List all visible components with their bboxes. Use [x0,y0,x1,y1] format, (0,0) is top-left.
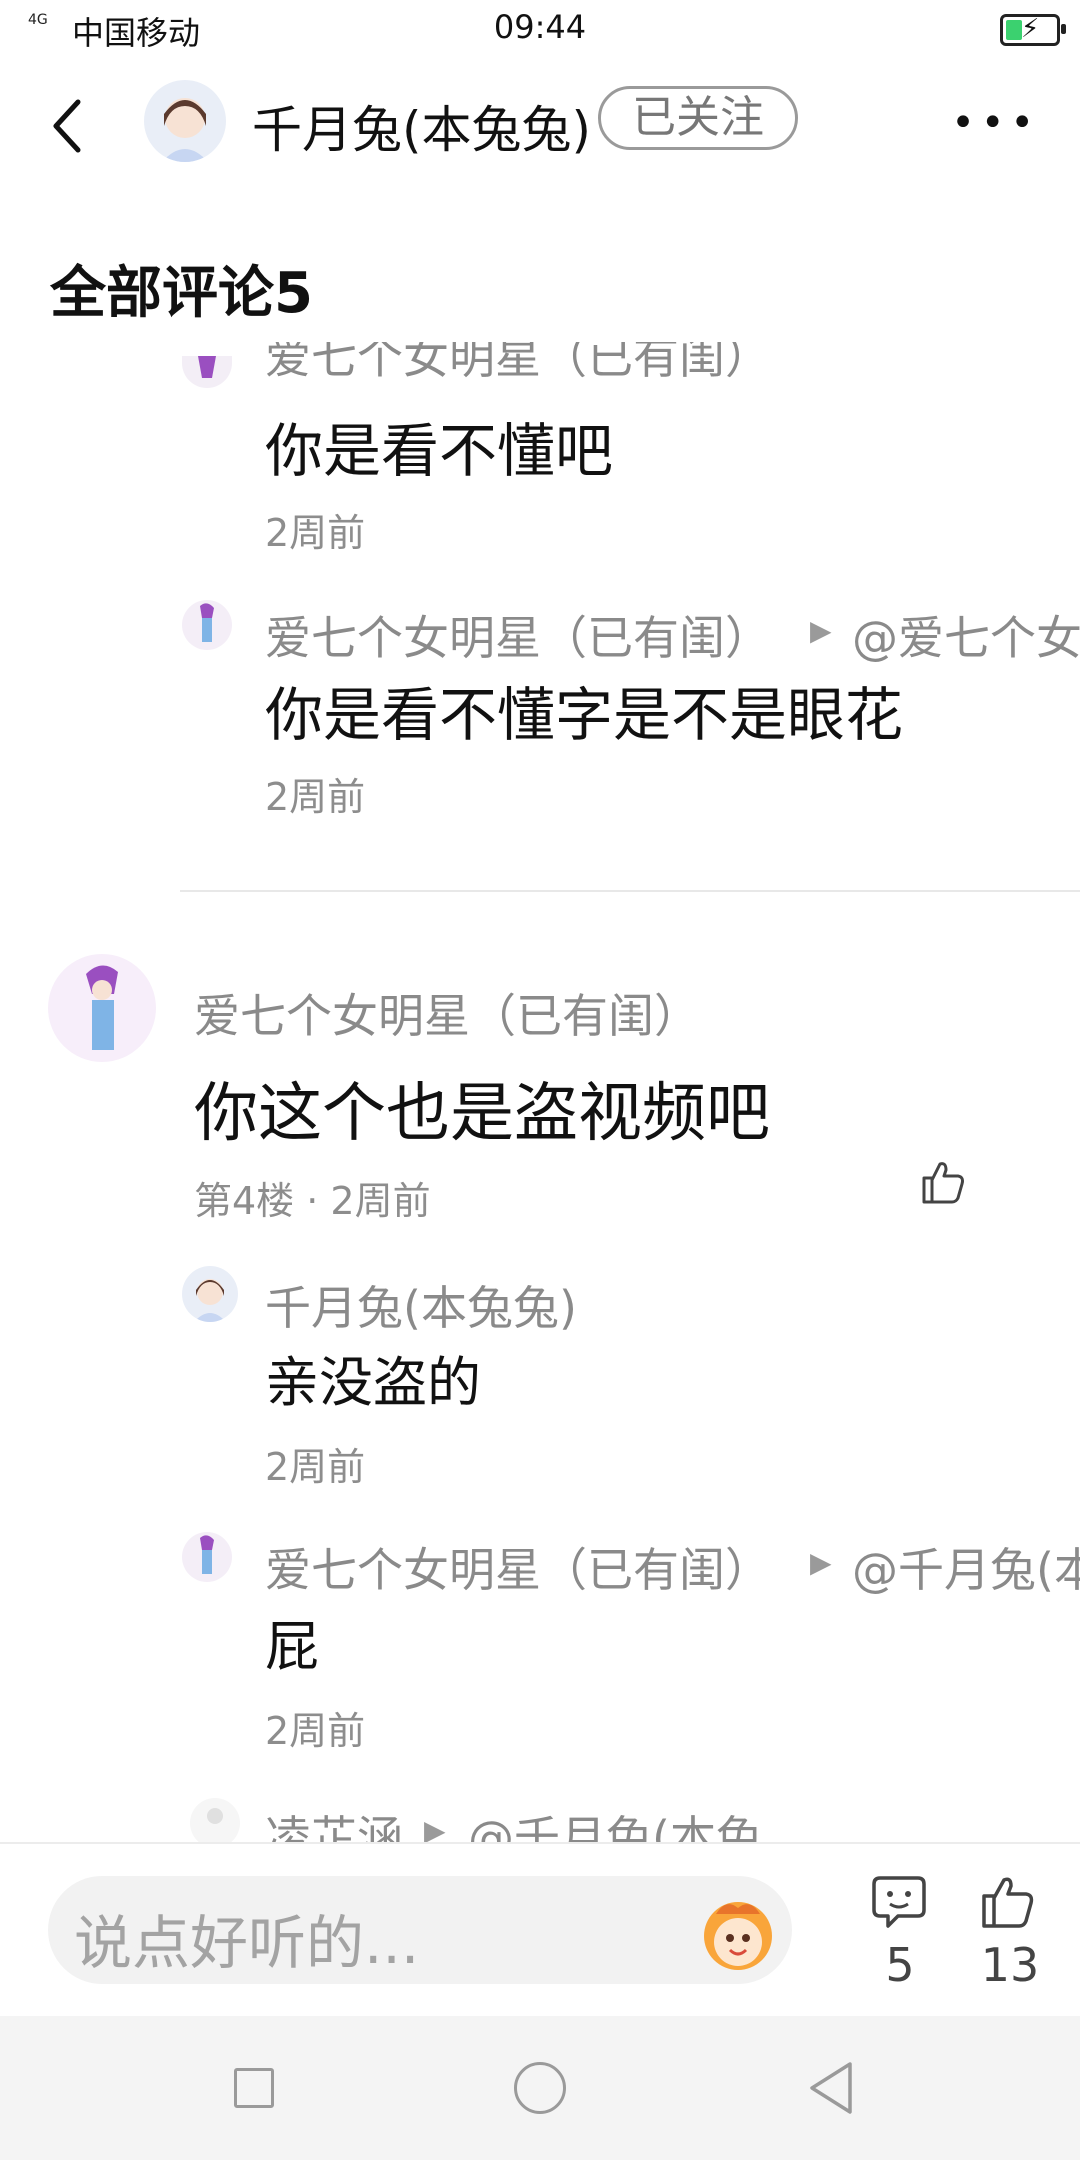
comment-text: 亲没盗的 [265,1351,481,1414]
comment-icon[interactable] [870,1872,928,1930]
comment-text: 你这个也是盗视频吧 [194,1077,770,1151]
reply-arrow-icon: ▶ [810,1546,832,1579]
commenter-name[interactable]: 爱七个女明星（已有闺） [194,980,700,1046]
back-triangle-icon[interactable] [806,2060,856,2116]
more-options-icon[interactable]: ••• [951,100,1040,146]
comment-time: 2周前 [265,511,366,555]
comment-count: 5 [885,1938,915,1992]
reply-mention[interactable]: @千月兔(本兔... [468,1802,806,1842]
user-avatar[interactable] [144,80,226,162]
emoji-icon[interactable] [696,1892,780,1976]
comment-meta: 第4楼 · 2周前 [194,1179,431,1223]
comment-text: 你是看不懂吧 [265,417,614,485]
back-arrow-icon[interactable] [48,96,88,156]
battery-icon: ⚡ [1000,14,1066,46]
divider [0,1842,1080,1844]
avatar[interactable] [182,600,232,650]
like-count: 13 [980,1938,1040,1992]
partial-comment-row: 凌芷涵 ▶ @千月兔(本兔... [0,1790,1080,1842]
recent-apps-icon[interactable] [234,2068,274,2108]
reply-mention[interactable]: @爱七个女 [852,602,1080,668]
status-bar: 4G 中国移动 09:44 ⚡ [0,0,1080,58]
comment-input-placeholder: 说点好听的... [74,1909,420,1977]
commenter-name[interactable]: 爱七个女明星（已有闺） [265,1534,771,1600]
divider [180,890,1080,892]
header-username[interactable]: 千月兔(本兔兔) [252,90,591,162]
comment-time: 2周前 [265,1709,366,1753]
clock: 09:44 [493,8,587,46]
reply-mention[interactable]: @千月兔(本 [852,1534,1080,1600]
avatar[interactable] [182,1532,232,1582]
reply-arrow-icon: ▶ [810,614,832,647]
comment-time: 2周前 [265,1445,366,1489]
avatar[interactable] [182,1266,238,1322]
comments-title: 全部评论5 [50,261,313,326]
avatar[interactable] [48,954,156,1062]
commenter-name[interactable]: 爱七个女明星（已有闺） [265,602,771,668]
comment-time: 2周前 [265,775,366,819]
commenter-name[interactable]: 凌芷涵 [265,1802,403,1842]
home-icon[interactable] [514,2062,566,2114]
comment-text: 屁 [265,1615,319,1678]
like-icon[interactable] [978,1872,1036,1930]
avatar[interactable] [182,356,232,388]
commenter-name[interactable]: 爱七个女明星（已有闺） [265,342,771,384]
like-icon[interactable] [918,1156,968,1206]
avatar[interactable] [190,1798,240,1842]
reply-arrow-icon: ▶ [424,1814,446,1842]
comment-text: 你是看不懂字是不是眼花 [265,681,904,749]
follow-button[interactable]: 已关注 [598,86,798,150]
commenter-name[interactable]: 千月兔(本兔兔) [265,1272,577,1338]
